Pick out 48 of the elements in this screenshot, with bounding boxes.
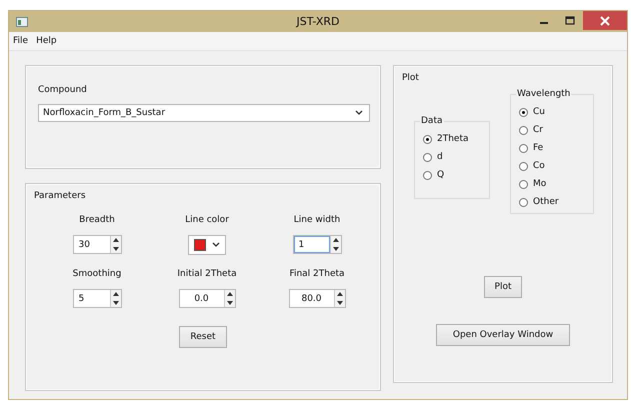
radio-option[interactable]: Cr	[519, 125, 585, 135]
radio-option[interactable]: Mo	[519, 179, 585, 189]
radio-option[interactable]: Cu	[519, 107, 585, 117]
radio-option[interactable]: Q	[423, 170, 481, 180]
up-arrow-icon	[332, 238, 338, 242]
chevron-down-icon	[212, 242, 220, 248]
radio-option[interactable]: Co	[519, 161, 585, 171]
plot-title: Plot	[402, 73, 419, 83]
reset-button[interactable]: Reset	[179, 326, 227, 348]
field-label: Line color	[185, 215, 229, 225]
spin-arrows[interactable]	[330, 236, 340, 253]
radio-option[interactable]: 2Theta	[423, 134, 481, 144]
close-icon	[600, 16, 610, 26]
color-picker[interactable]	[188, 235, 226, 255]
close-button[interactable]	[583, 11, 627, 30]
chevron-down-icon	[355, 110, 363, 116]
field-label: Line width	[294, 215, 340, 225]
spin-field[interactable]: 1	[294, 236, 330, 253]
field-label: Final 2Theta	[289, 269, 345, 279]
menu-item[interactable]: File	[13, 36, 28, 46]
radio-option[interactable]: Fe	[519, 143, 585, 153]
app-icon	[16, 16, 28, 26]
field-label: Smoothing	[72, 269, 122, 279]
compound-dropdown[interactable]: Norfloxacin_Form_B_Sustar	[38, 104, 370, 122]
radio-button[interactable]	[519, 180, 528, 188]
radio-button[interactable]	[423, 152, 432, 162]
radio-button[interactable]	[519, 198, 528, 206]
field-label: Initial 2Theta	[177, 269, 237, 279]
group-title: Data	[420, 116, 444, 126]
parameters-title: Parameters	[34, 191, 86, 201]
plot-button[interactable]: Plot	[484, 276, 522, 298]
radio-option[interactable]: d	[423, 152, 481, 162]
radio-button[interactable]	[519, 144, 528, 152]
radio-button[interactable]	[423, 134, 432, 144]
radio-option[interactable]: Other	[519, 197, 585, 207]
group-title: Wavelength	[516, 89, 572, 99]
field-label: Breadth	[79, 215, 115, 225]
radio-button[interactable]	[519, 108, 528, 116]
window-title: JST-XRD	[296, 15, 340, 28]
radio-button[interactable]	[519, 162, 528, 170]
menu-item[interactable]: Help	[36, 36, 57, 46]
compound-label: Compound	[38, 85, 87, 95]
maximize-icon	[565, 16, 575, 26]
radio-button[interactable]	[519, 126, 528, 134]
minimize-icon	[540, 22, 548, 24]
open-overlay-window-button[interactable]: Open Overlay Window	[436, 324, 570, 346]
down-arrow-icon	[332, 246, 338, 251]
radio-button[interactable]	[423, 170, 432, 180]
